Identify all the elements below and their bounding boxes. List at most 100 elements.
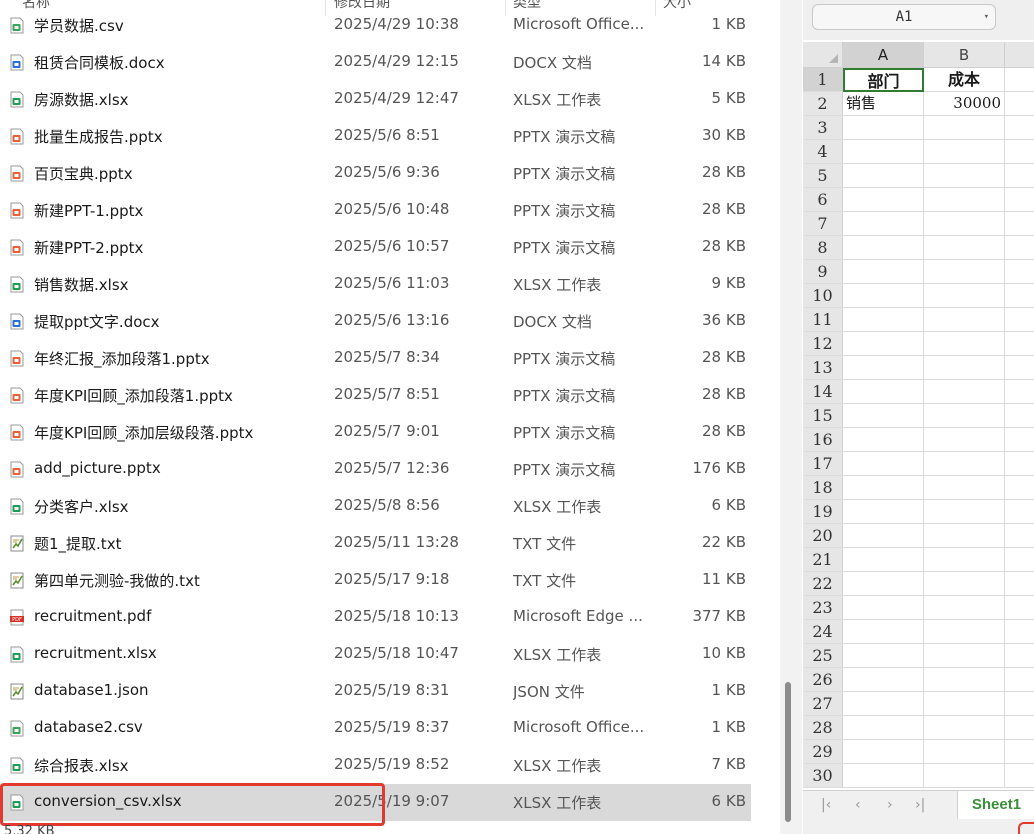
row-header[interactable]: 12	[803, 332, 843, 356]
row-header[interactable]: 5	[803, 164, 843, 188]
cell-c28[interactable]	[1005, 716, 1034, 740]
file-row[interactable]: 分类客户.xlsx 2025/5/8 8:56 XLSX 工作表 6 KB	[0, 488, 751, 525]
cell-a22[interactable]	[843, 572, 924, 596]
row-header[interactable]: 4	[803, 140, 843, 164]
scrollbar-thumb[interactable]	[785, 682, 791, 822]
cell-b11[interactable]	[924, 308, 1005, 332]
cell-c27[interactable]	[1005, 692, 1034, 716]
cell-a20[interactable]	[843, 524, 924, 548]
row-header[interactable]: 23	[803, 596, 843, 620]
row-header[interactable]: 27	[803, 692, 843, 716]
file-row[interactable]: recruitment.xlsx 2025/5/18 10:47 XLSX 工作表 1…	[0, 636, 751, 673]
cell-a3[interactable]	[843, 116, 924, 140]
cell-a1[interactable]: 部门	[843, 68, 924, 92]
select-all-corner[interactable]	[803, 42, 843, 68]
cell-c11[interactable]	[1005, 308, 1034, 332]
cell-a23[interactable]	[843, 596, 924, 620]
cell-a21[interactable]	[843, 548, 924, 572]
cell-b15[interactable]	[924, 404, 1005, 428]
row-header[interactable]: 25	[803, 644, 843, 668]
file-row[interactable]: 综合报表.xlsx 2025/5/19 8:52 XLSX 工作表 7 KB	[0, 747, 751, 784]
row-header[interactable]: 16	[803, 428, 843, 452]
cell-a10[interactable]	[843, 284, 924, 308]
last-sheet-icon[interactable]: ›|	[915, 797, 925, 813]
row-header[interactable]: 8	[803, 236, 843, 260]
row-header[interactable]: 10	[803, 284, 843, 308]
cell-b2[interactable]: 30000	[924, 92, 1005, 116]
cell-c22[interactable]	[1005, 572, 1034, 596]
cell-a28[interactable]	[843, 716, 924, 740]
cell-c10[interactable]	[1005, 284, 1034, 308]
row-header[interactable]: 26	[803, 668, 843, 692]
row-header[interactable]: 2	[803, 92, 843, 116]
cell-c26[interactable]	[1005, 668, 1034, 692]
file-row[interactable]: 百页宝典.pptx 2025/5/6 9:36 PPTX 演示文稿 28 KB	[0, 155, 751, 192]
cell-b18[interactable]	[924, 476, 1005, 500]
cell-c8[interactable]	[1005, 236, 1034, 260]
column-header-a[interactable]: A	[843, 42, 924, 68]
file-row[interactable]: 年终汇报_添加段落1.pptx 2025/5/7 8:34 PPTX 演示文稿 28 …	[0, 340, 751, 377]
column-header-b[interactable]: B	[924, 42, 1005, 68]
cell-a8[interactable]	[843, 236, 924, 260]
cell-a14[interactable]	[843, 380, 924, 404]
cell-c13[interactable]	[1005, 356, 1034, 380]
cell-b10[interactable]	[924, 284, 1005, 308]
cell-a18[interactable]	[843, 476, 924, 500]
cell-c2[interactable]	[1005, 92, 1034, 116]
name-box[interactable]: A1 ▾	[812, 4, 996, 30]
row-header[interactable]: 1	[803, 68, 843, 92]
cell-b9[interactable]	[924, 260, 1005, 284]
cell-b16[interactable]	[924, 428, 1005, 452]
cell-a27[interactable]	[843, 692, 924, 716]
cell-a7[interactable]	[843, 212, 924, 236]
file-row[interactable]: 房源数据.xlsx 2025/4/29 12:47 XLSX 工作表 5 KB	[0, 81, 751, 118]
file-row[interactable]: 年度KPI回顾_添加层级段落.pptx 2025/5/7 9:01 PPTX 演示文…	[0, 414, 751, 451]
cell-b3[interactable]	[924, 116, 1005, 140]
cell-b17[interactable]	[924, 452, 1005, 476]
file-row[interactable]: 题1_提取.txt 2025/5/11 13:28 TXT 文件 22 KB	[0, 525, 751, 562]
cell-a30[interactable]	[843, 764, 924, 788]
cell-a15[interactable]	[843, 404, 924, 428]
file-row[interactable]: database1.json 2025/5/19 8:31 JSON 文件 1 KB	[0, 673, 751, 710]
file-row[interactable]: 年度KPI回顾_添加段落1.pptx 2025/5/7 8:51 PPTX 演示文稿…	[0, 377, 751, 414]
cell-a29[interactable]	[843, 740, 924, 764]
cell-b5[interactable]	[924, 164, 1005, 188]
row-header[interactable]: 6	[803, 188, 843, 212]
cell-b27[interactable]	[924, 692, 1005, 716]
cell-a5[interactable]	[843, 164, 924, 188]
file-row[interactable]: 提取ppt文字.docx 2025/5/6 13:16 DOCX 文档 36 KB	[0, 303, 751, 340]
cell-a25[interactable]	[843, 644, 924, 668]
cell-a16[interactable]	[843, 428, 924, 452]
cell-c24[interactable]	[1005, 620, 1034, 644]
cell-a13[interactable]	[843, 356, 924, 380]
first-sheet-icon[interactable]: |‹	[821, 797, 831, 813]
cell-a2[interactable]: 销售	[843, 92, 924, 116]
row-header[interactable]: 15	[803, 404, 843, 428]
cell-b14[interactable]	[924, 380, 1005, 404]
cell-c1[interactable]	[1005, 68, 1034, 92]
cell-b19[interactable]	[924, 500, 1005, 524]
cell-c16[interactable]	[1005, 428, 1034, 452]
cell-b4[interactable]	[924, 140, 1005, 164]
row-header[interactable]: 3	[803, 116, 843, 140]
row-header[interactable]: 30	[803, 764, 843, 788]
cell-b6[interactable]	[924, 188, 1005, 212]
cell-b13[interactable]	[924, 356, 1005, 380]
cell-c20[interactable]	[1005, 524, 1034, 548]
file-row[interactable]: 租赁合同模板.docx 2025/4/29 12:15 DOCX 文档 14 KB	[0, 44, 751, 81]
cell-c30[interactable]	[1005, 764, 1034, 788]
vertical-scrollbar[interactable]	[780, 0, 802, 834]
cell-c5[interactable]	[1005, 164, 1034, 188]
cell-b24[interactable]	[924, 620, 1005, 644]
row-header[interactable]: 29	[803, 740, 843, 764]
cell-c15[interactable]	[1005, 404, 1034, 428]
cell-c17[interactable]	[1005, 452, 1034, 476]
sheet-tab[interactable]: Sheet1	[957, 791, 1034, 819]
cell-c3[interactable]	[1005, 116, 1034, 140]
cell-c7[interactable]	[1005, 212, 1034, 236]
cell-b1[interactable]: 成本	[924, 68, 1005, 92]
cell-b7[interactable]	[924, 212, 1005, 236]
file-row[interactable]: 新建PPT-2.pptx 2025/5/6 10:57 PPTX 演示文稿 28 KB	[0, 229, 751, 266]
file-row[interactable]: 批量生成报告.pptx 2025/5/6 8:51 PPTX 演示文稿 30 KB	[0, 118, 751, 155]
cell-a19[interactable]	[843, 500, 924, 524]
